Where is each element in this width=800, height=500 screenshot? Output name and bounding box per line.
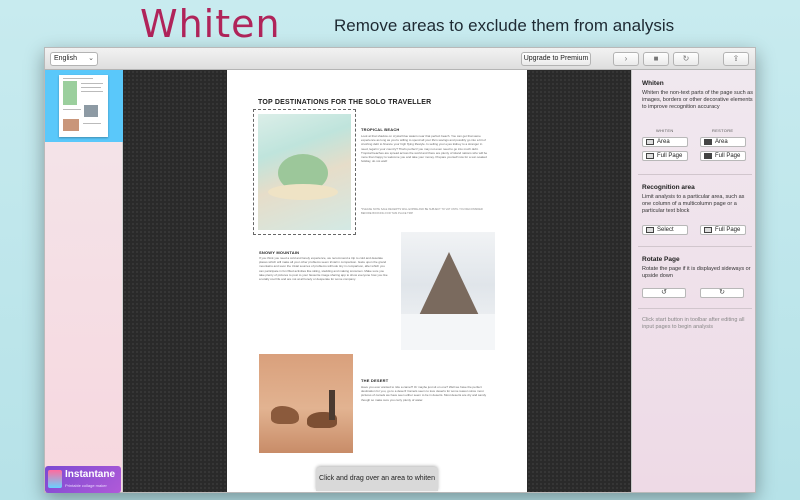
rotate-right-button[interactable]: ↻ — [700, 288, 744, 298]
section-heading: SNOWY MOUNTAIN — [259, 250, 300, 255]
language-select[interactable]: English ⌄ — [50, 52, 98, 66]
section-text: Have you ever wanted to ride a camel? Or… — [361, 385, 487, 402]
recognition-full-page-button[interactable]: Full Page — [700, 225, 746, 235]
instantane-badge[interactable]: Instantane Printable collage maker — [45, 466, 121, 493]
mountain-photo — [401, 232, 495, 350]
rotate-left-button[interactable]: ↺ — [642, 288, 686, 298]
page-thumbnail-selected[interactable] — [45, 70, 123, 142]
thumb-image — [84, 105, 98, 117]
share-button[interactable]: ⇪ — [723, 52, 749, 66]
divider — [638, 246, 752, 247]
tools-panel: Whiten Whiten the non-text parts of the … — [631, 70, 755, 492]
document-page[interactable]: TOP DESTINATIONS FOR THE SOLO TRAVELLER … — [227, 70, 527, 492]
thumb-image — [63, 119, 79, 131]
thumb-image — [63, 81, 77, 105]
restore-column-label: RESTORE — [712, 128, 734, 133]
banner-subtitle: Remove areas to exclude them from analys… — [334, 16, 675, 35]
instantane-app-icon — [48, 470, 62, 488]
whiten-area-label: Area — [657, 139, 670, 145]
start-hint: Click start button in toolbar after edit… — [642, 317, 745, 330]
whiten-full-page-label: Full Page — [657, 153, 683, 159]
app-window: English ⌄ Upgrade to Premium › ■ ↻ ⇪ + ◉ — [44, 47, 756, 493]
upgrade-button[interactable]: Upgrade to Premium — [521, 52, 591, 66]
banner-title: Whiten — [140, 2, 281, 46]
page-sidebar: + ◉ — [45, 70, 123, 492]
section-text: If you think you need a cold and lonely … — [259, 256, 388, 282]
restore-area-label: Area — [715, 139, 728, 145]
rotate-right-icon: ↻ — [719, 289, 725, 296]
divider — [638, 308, 752, 309]
stop-icon: ■ — [653, 54, 659, 63]
badge-tagline: Printable collage maker — [65, 483, 107, 488]
section-text: Look at that shadow on crystal blue wate… — [361, 134, 488, 164]
page-title: TOP DESTINATIONS FOR THE SOLO TRAVELLER — [258, 99, 432, 106]
restore-full-page-button[interactable]: Full Page — [700, 151, 746, 161]
page-icon — [704, 153, 712, 159]
section-note: *PLEASE NOTE SALE RECEIPTS WILL EXPIRE A… — [361, 208, 483, 216]
beach-photo — [258, 114, 351, 230]
page-icon — [704, 227, 712, 233]
select-area-button[interactable]: Select — [642, 225, 688, 235]
instruction-toast: Click and drag over an area to whiten — [316, 467, 438, 491]
refresh-icon: ↻ — [682, 54, 690, 63]
share-icon: ⇪ — [732, 54, 740, 63]
refresh-button[interactable]: ↻ — [673, 52, 699, 66]
page-thumbnail[interactable] — [59, 75, 108, 137]
area-icon — [646, 139, 654, 145]
whiten-description: Whiten the non-text parts of the page su… — [642, 90, 753, 110]
rotate-left-icon: ↺ — [661, 289, 667, 296]
badge-name: Instantane — [65, 469, 116, 480]
canvas-area[interactable]: TOP DESTINATIONS FOR THE SOLO TRAVELLER … — [123, 70, 631, 492]
whiten-title: Whiten — [642, 80, 664, 87]
stop-button[interactable]: ■ — [643, 52, 669, 66]
chevron-down-icon: ⌄ — [88, 55, 94, 62]
section-heading: TROPICAL BEACH — [361, 127, 400, 132]
recognition-title: Recognition area — [642, 184, 695, 191]
whiten-full-page-button[interactable]: Full Page — [642, 151, 688, 161]
divider — [638, 174, 752, 175]
whiten-area-button[interactable]: Area — [642, 137, 688, 147]
desert-photo — [259, 354, 353, 453]
whiten-column-label: WHITEN — [656, 128, 674, 133]
toolbar: English ⌄ Upgrade to Premium › ■ ↻ ⇪ — [45, 48, 755, 70]
page-icon — [646, 153, 654, 159]
start-button[interactable]: › — [613, 52, 639, 66]
restore-full-page-label: Full Page — [715, 153, 741, 159]
rotate-title: Rotate Page — [642, 256, 680, 263]
restore-area-button[interactable]: Area — [700, 137, 746, 147]
language-value: English — [54, 55, 77, 62]
recognition-description: Limit analysis to a particular area, suc… — [642, 194, 745, 214]
recognition-full-page-label: Full Page — [715, 227, 741, 233]
area-icon — [704, 139, 712, 145]
section-heading: THE DESERT — [361, 378, 389, 383]
rotate-description: Rotate the page if it is displayed sidew… — [642, 266, 751, 279]
select-icon — [646, 227, 654, 233]
select-label: Select — [657, 227, 674, 233]
play-icon: › — [624, 54, 628, 63]
